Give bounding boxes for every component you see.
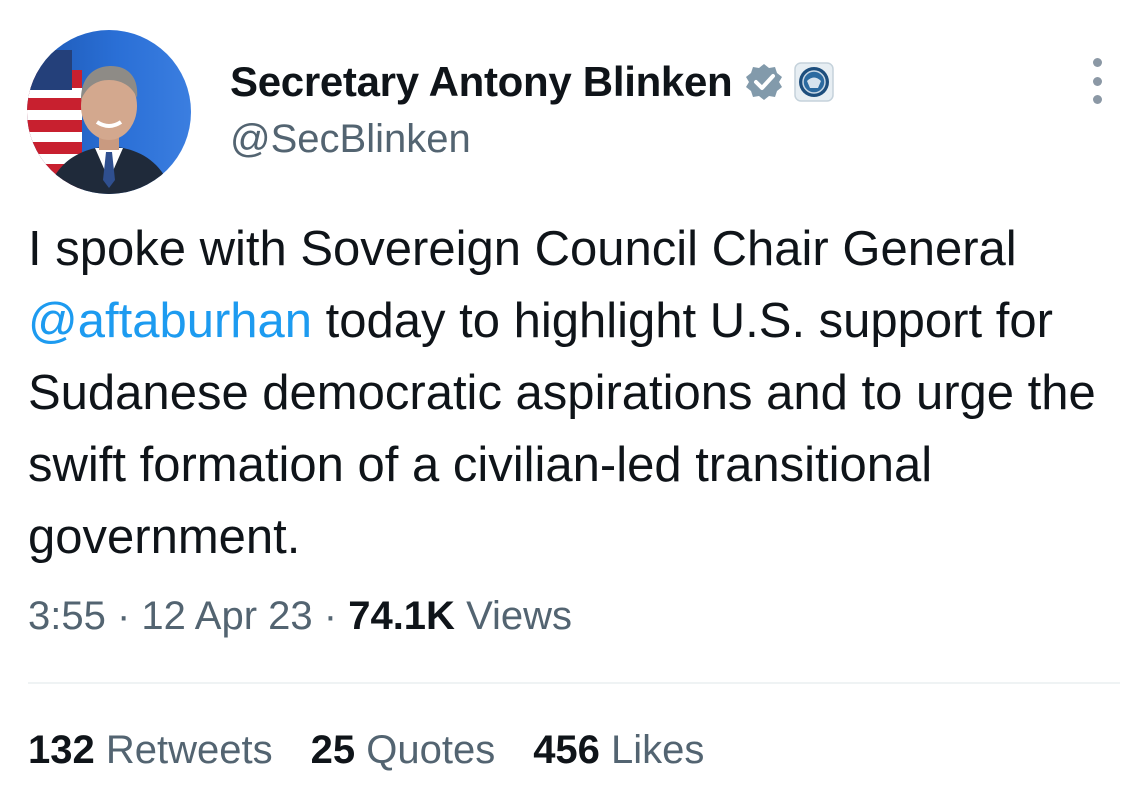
mention-link[interactable]: @aftaburhan: [28, 294, 312, 348]
retweets-label: Retweets: [94, 728, 273, 772]
state-department-seal-icon[interactable]: [794, 62, 835, 102]
author-handle[interactable]: @SecBlinken: [230, 117, 471, 162]
quotes-stat[interactable]: 25 Quotes: [311, 728, 496, 773]
views-label: Views: [454, 594, 573, 638]
tweet-card: Secretary Antony Blinken @SecBlinken I s…: [0, 0, 1144, 800]
meta-separator: ·: [312, 594, 349, 638]
tweet-date[interactable]: 12 Apr 23: [141, 594, 312, 638]
avatar[interactable]: [27, 30, 191, 194]
likes-stat[interactable]: 456 Likes: [533, 728, 704, 773]
likes-count: 456: [533, 728, 600, 772]
author-name-row: Secretary Antony Blinken: [230, 58, 835, 106]
likes-label: Likes: [599, 728, 705, 772]
more-dot: [1092, 58, 1102, 67]
verified-badge-icon[interactable]: [744, 62, 784, 102]
engagement-stats: 132 Retweets 25 Quotes 456 Likes: [28, 728, 704, 773]
retweets-count: 132: [28, 728, 95, 772]
more-dot: [1092, 95, 1102, 104]
meta-separator: ·: [105, 594, 142, 638]
divider: [28, 682, 1120, 684]
tweet-text-part: I spoke with Sovereign Council Chair Gen…: [28, 222, 1017, 276]
tweet-time[interactable]: 3:55: [28, 594, 106, 638]
more-options-icon[interactable]: [1085, 58, 1109, 104]
views-count: 74.1K: [348, 594, 455, 638]
quotes-label: Quotes: [355, 728, 496, 772]
author-display-name[interactable]: Secretary Antony Blinken: [230, 58, 733, 106]
tweet-text: I spoke with Sovereign Council Chair Gen…: [28, 213, 1128, 573]
retweets-stat[interactable]: 132 Retweets: [28, 728, 273, 773]
tweet-meta: 3:55 · 12 Apr 23 · 74.1K Views: [28, 594, 572, 639]
quotes-count: 25: [310, 728, 356, 772]
more-dot: [1092, 76, 1102, 86]
avatar-portrait-icon: [27, 50, 173, 194]
